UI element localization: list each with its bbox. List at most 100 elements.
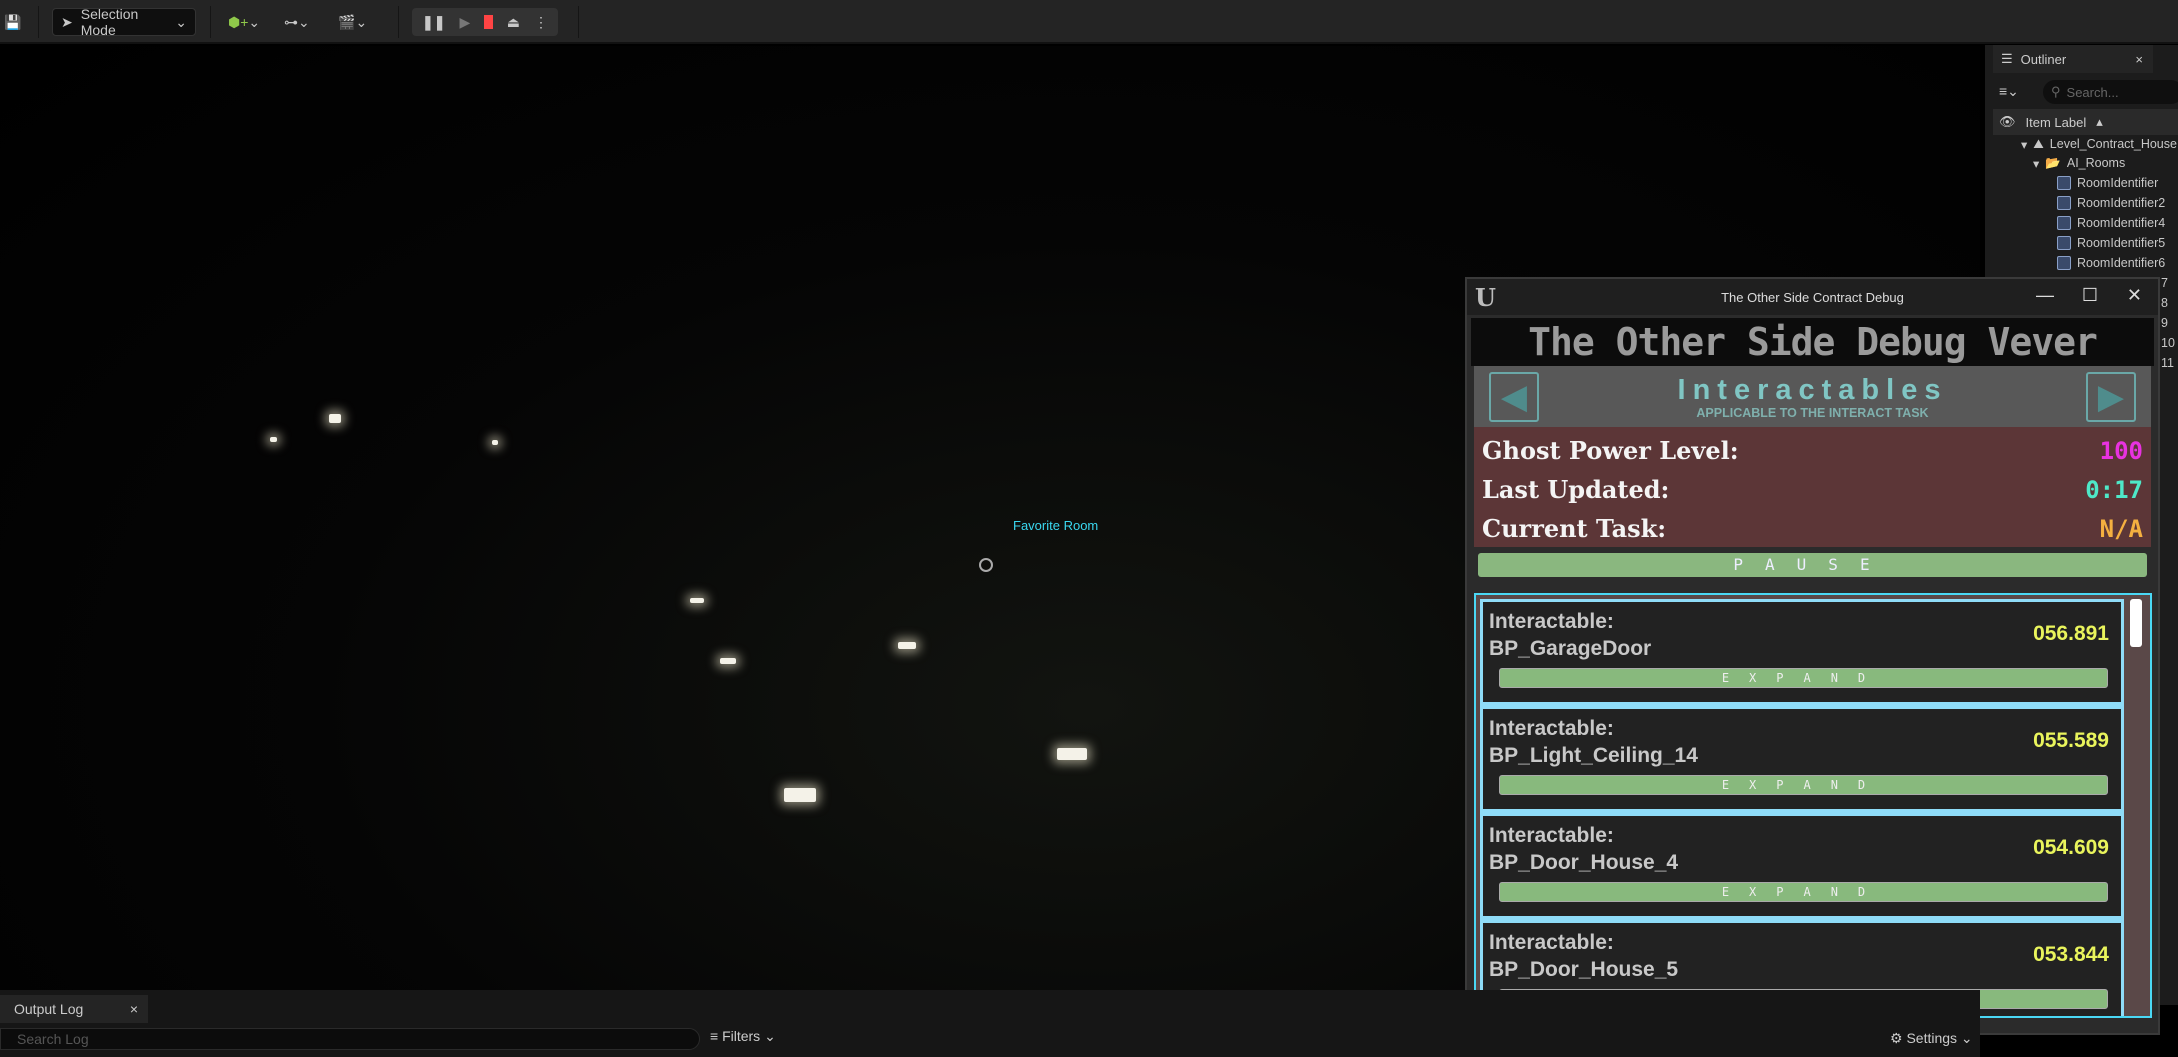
category-title: Interactables xyxy=(1677,374,1948,406)
minimize-icon[interactable]: — xyxy=(2036,285,2054,306)
level-icon: ⛰ xyxy=(2033,136,2044,151)
output-log-panel: Output Log × Search Log ≡ Filters ⌄ xyxy=(0,990,1980,1057)
output-log-tab[interactable]: Output Log × xyxy=(0,995,148,1023)
actor-icon xyxy=(2057,256,2071,270)
outliner-row[interactable]: RoomIdentifier2 xyxy=(2057,193,2165,213)
add-actor-button[interactable]: ⬢+ ⌄ xyxy=(228,8,260,36)
category-nav: ◀ Interactables APPLICABLE TO THE INTERA… xyxy=(1474,366,2151,427)
cursor-icon: ➤ xyxy=(61,13,73,30)
row-label: RoomIdentifier xyxy=(2077,176,2159,190)
filters-button[interactable]: ≡ Filters ⌄ xyxy=(710,1028,776,1045)
blueprint-button[interactable]: ⊶ ⌄ xyxy=(284,8,310,36)
item-value: 053.844 xyxy=(2033,943,2109,966)
outliner-search-input[interactable]: ⚲ Search... xyxy=(2043,80,2178,104)
item-value: 056.891 xyxy=(2033,622,2109,645)
search-placeholder: Search... xyxy=(2066,84,2119,100)
actor-icon xyxy=(2057,176,2071,190)
search-log-input[interactable]: Search Log xyxy=(0,1028,700,1050)
search-placeholder: Search Log xyxy=(17,1031,89,1047)
outliner-tab-label: Outliner xyxy=(2020,51,2067,67)
path-light xyxy=(1057,748,1087,760)
interactables-list: Interactable: BP_GarageDoor 056.891 EXPAND … xyxy=(1474,593,2152,1018)
item-type: Interactable: xyxy=(1489,931,1614,954)
play-controls: ❚❚ ▶ ⏏ ⋮ xyxy=(412,8,558,36)
filter-icon: ≡ xyxy=(710,1028,723,1044)
path-light xyxy=(720,658,736,664)
row-label: RoomIdentifier5 xyxy=(2077,236,2166,250)
outliner-row[interactable]: RoomIdentifier4 xyxy=(2057,213,2165,233)
filter-icon[interactable]: ≡⌄ xyxy=(1999,83,2019,100)
stat-value: N/A xyxy=(2099,514,2143,543)
list-item: Interactable: BP_Door_House_4 054.609 EXPAN… xyxy=(1483,816,2121,916)
prev-category-button[interactable]: ◀ xyxy=(1489,372,1539,422)
outliner-row[interactable]: RoomIdentifier5 xyxy=(2057,233,2165,253)
maximize-icon[interactable]: ☐ xyxy=(2082,285,2098,306)
next-category-button[interactable]: ▶ xyxy=(2086,372,2136,422)
settings-button[interactable]: ⚙ Settings ⌄ xyxy=(1890,1030,1973,1047)
list-scrollbar[interactable] xyxy=(2130,599,2142,647)
outliner-row-number: 10 xyxy=(2161,336,2175,350)
stats-panel: Ghost Power Level: 100 Last Updated: 0:17 … xyxy=(1474,427,2151,547)
pause-icon[interactable]: ❚❚ xyxy=(422,14,445,31)
item-name: BP_Door_House_4 xyxy=(1489,851,1679,874)
outliner-row-number: 11 xyxy=(2161,356,2174,370)
gear-icon: ⚙ xyxy=(1890,1030,1907,1046)
expand-button[interactable]: EXPAND xyxy=(1499,668,2108,688)
debug-header-title: The Other Side Debug Vever xyxy=(1471,318,2154,366)
expand-button[interactable]: EXPAND xyxy=(1499,775,2108,795)
close-icon[interactable]: × xyxy=(2135,52,2143,67)
sort-ascending-icon: ▴ xyxy=(2096,114,2103,129)
eye-icon[interactable]: 👁 xyxy=(1999,114,2016,130)
row-label: Level_Contract_House xyxy=(2049,137,2177,151)
path-light xyxy=(898,642,916,649)
actor-icon xyxy=(2057,236,2071,250)
selection-mode-label: Selection Mode xyxy=(80,6,139,38)
stat-label: Current Task: xyxy=(1482,514,1667,543)
row-label: AI_Rooms xyxy=(2066,156,2126,170)
item-value: 054.609 xyxy=(2033,836,2109,859)
item-type: Interactable: xyxy=(1489,717,1614,740)
item-type: Interactable: xyxy=(1489,610,1614,633)
expand-button[interactable]: EXPAND xyxy=(1499,882,2108,902)
outliner-row-number: 9 xyxy=(2161,316,2168,330)
item-label-column-header[interactable]: 👁 Item Label ▴ xyxy=(1993,109,2178,135)
outliner-row[interactable]: RoomIdentifier6 xyxy=(2057,253,2165,273)
outliner-tab[interactable]: ☰ Outliner × xyxy=(1993,45,2153,73)
list-item: Interactable: BP_GarageDoor 056.891 EXPAND xyxy=(1483,602,2121,702)
stop-icon[interactable] xyxy=(484,15,493,29)
eject-icon[interactable]: ⏏ xyxy=(507,14,520,31)
debug-window: U The Other Side Contract Debug — ☐ ✕ Th… xyxy=(1465,277,2160,1035)
step-icon[interactable]: ▶ xyxy=(459,14,470,31)
path-light xyxy=(784,788,816,802)
lamp-light xyxy=(329,414,341,423)
settings-label: Settings xyxy=(1906,1030,1958,1046)
close-icon[interactable]: × xyxy=(130,1001,138,1017)
crosshair-icon xyxy=(979,558,993,572)
lamp-light xyxy=(270,437,277,442)
hierarchy-icon: ⊶ xyxy=(284,13,298,30)
actor-icon xyxy=(2057,196,2071,210)
stat-last-updated: Last Updated: 0:17 xyxy=(1482,470,2143,509)
outliner-icon: ☰ xyxy=(2001,51,2013,66)
outliner-row[interactable]: ▾ ⛰ Level_Contract_House xyxy=(2021,134,2177,154)
arrow-left-icon: ◀ xyxy=(1500,378,1528,416)
save-icon[interactable]: 💾 xyxy=(4,8,21,36)
item-value: 055.589 xyxy=(2033,729,2109,752)
chevron-down-icon: ⌄ xyxy=(175,13,187,30)
actor-icon xyxy=(2057,216,2071,230)
list-item: Interactable: BP_Light_Ceiling_14 055.589 E… xyxy=(1483,709,2121,809)
stat-value: 100 xyxy=(2099,436,2143,465)
cinematics-button[interactable]: 🎬 ⌄ xyxy=(338,8,367,36)
window-titlebar[interactable]: U The Other Side Contract Debug — ☐ ✕ xyxy=(1467,279,2158,315)
more-icon[interactable]: ⋮ xyxy=(534,14,548,31)
pause-button[interactable]: PAUSE xyxy=(1478,553,2147,577)
item-name: BP_Light_Ceiling_14 xyxy=(1489,744,1698,767)
add-cube-icon: ⬢+ xyxy=(228,13,249,30)
item-name: BP_Door_House_5 xyxy=(1489,958,1679,981)
outliner-row[interactable]: RoomIdentifier xyxy=(2057,173,2158,193)
outliner-row-number: 8 xyxy=(2161,296,2168,310)
close-icon[interactable]: ✕ xyxy=(2127,285,2142,306)
column-label: Item Label xyxy=(2025,114,2087,130)
selection-mode-dropdown[interactable]: ➤ Selection Mode ⌄ xyxy=(52,6,196,38)
outliner-row[interactable]: ▾ 📂 AI_Rooms xyxy=(2033,153,2125,173)
